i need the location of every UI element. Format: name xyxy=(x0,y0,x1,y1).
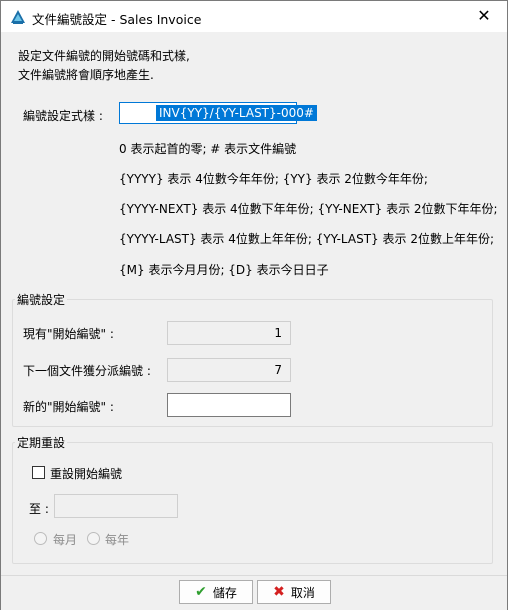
format-input[interactable]: INV{YY}/{YY-LAST}-000# xyxy=(119,102,317,124)
title-bar: 文件編號設定 - Sales Invoice ✕ xyxy=(1,1,507,32)
window-title: 文件編號設定 - Sales Invoice xyxy=(32,12,202,27)
monthly-label: 每月 xyxy=(53,533,78,547)
next-number-field: 7 xyxy=(167,358,291,382)
cancel-button-label: 取消 xyxy=(290,585,315,600)
intro-line-2: 文件編號將會順序地產生. xyxy=(18,68,154,82)
reset-to-label: 至 : xyxy=(29,502,49,516)
app-logo-icon xyxy=(11,10,25,24)
close-icon: ✕ xyxy=(477,6,491,25)
cross-icon: ✖ xyxy=(273,584,285,600)
help-line-3: {YYYY-NEXT} 表示 4位數下年年份; {YY-NEXT} 表示 2位數… xyxy=(119,202,498,216)
current-start-field: 1 xyxy=(167,321,291,345)
help-line-2: {YYYY} 表示 4位數今年年份; {YY} 表示 2位數今年年份; xyxy=(119,172,428,186)
checkmark-icon: ✔ xyxy=(195,584,207,600)
reset-checkbox[interactable] xyxy=(32,466,45,479)
reset-checkbox-label: 重設開始編號 xyxy=(50,467,123,481)
cancel-button[interactable]: ✖ 取消 xyxy=(257,580,331,604)
close-button[interactable]: ✕ xyxy=(461,1,507,32)
yearly-radio[interactable] xyxy=(87,532,100,545)
monthly-radio[interactable] xyxy=(34,532,47,545)
numbering-legend: 編號設定 xyxy=(17,293,66,307)
current-start-label: 現有"開始編號" : xyxy=(23,327,114,341)
new-start-label: 新的"開始編號" : xyxy=(23,400,114,414)
help-line-5: {M} 表示今月月份; {D} 表示今日日子 xyxy=(119,263,329,277)
reset-to-field[interactable] xyxy=(54,494,178,518)
button-bar xyxy=(1,575,507,610)
reset-legend: 定期重設 xyxy=(17,436,66,450)
new-start-input[interactable] xyxy=(167,393,291,417)
next-number-label: 下一個文件獲分派編號 : xyxy=(23,364,151,378)
format-input-value: INV{YY}/{YY-LAST}-000# xyxy=(156,105,317,121)
help-line-1: 0 表示起首的零; # 表示文件編號 xyxy=(119,142,297,156)
save-button[interactable]: ✔ 儲存 xyxy=(179,580,253,604)
yearly-label: 每年 xyxy=(105,533,130,547)
help-line-4: {YYYY-LAST} 表示 4位數上年年份; {YY-LAST} 表示 2位數… xyxy=(119,232,494,246)
intro-line-1: 設定文件編號的開始號碼和式樣, xyxy=(18,49,190,63)
save-button-label: 儲存 xyxy=(212,585,237,600)
intro-text: 設定文件編號的開始號碼和式樣, 文件編號將會順序地產生. xyxy=(18,47,190,85)
format-label: 編號設定式樣 : xyxy=(23,109,103,123)
dialog-window: 文件編號設定 - Sales Invoice ✕ 設定文件編號的開始號碼和式樣,… xyxy=(0,0,508,610)
